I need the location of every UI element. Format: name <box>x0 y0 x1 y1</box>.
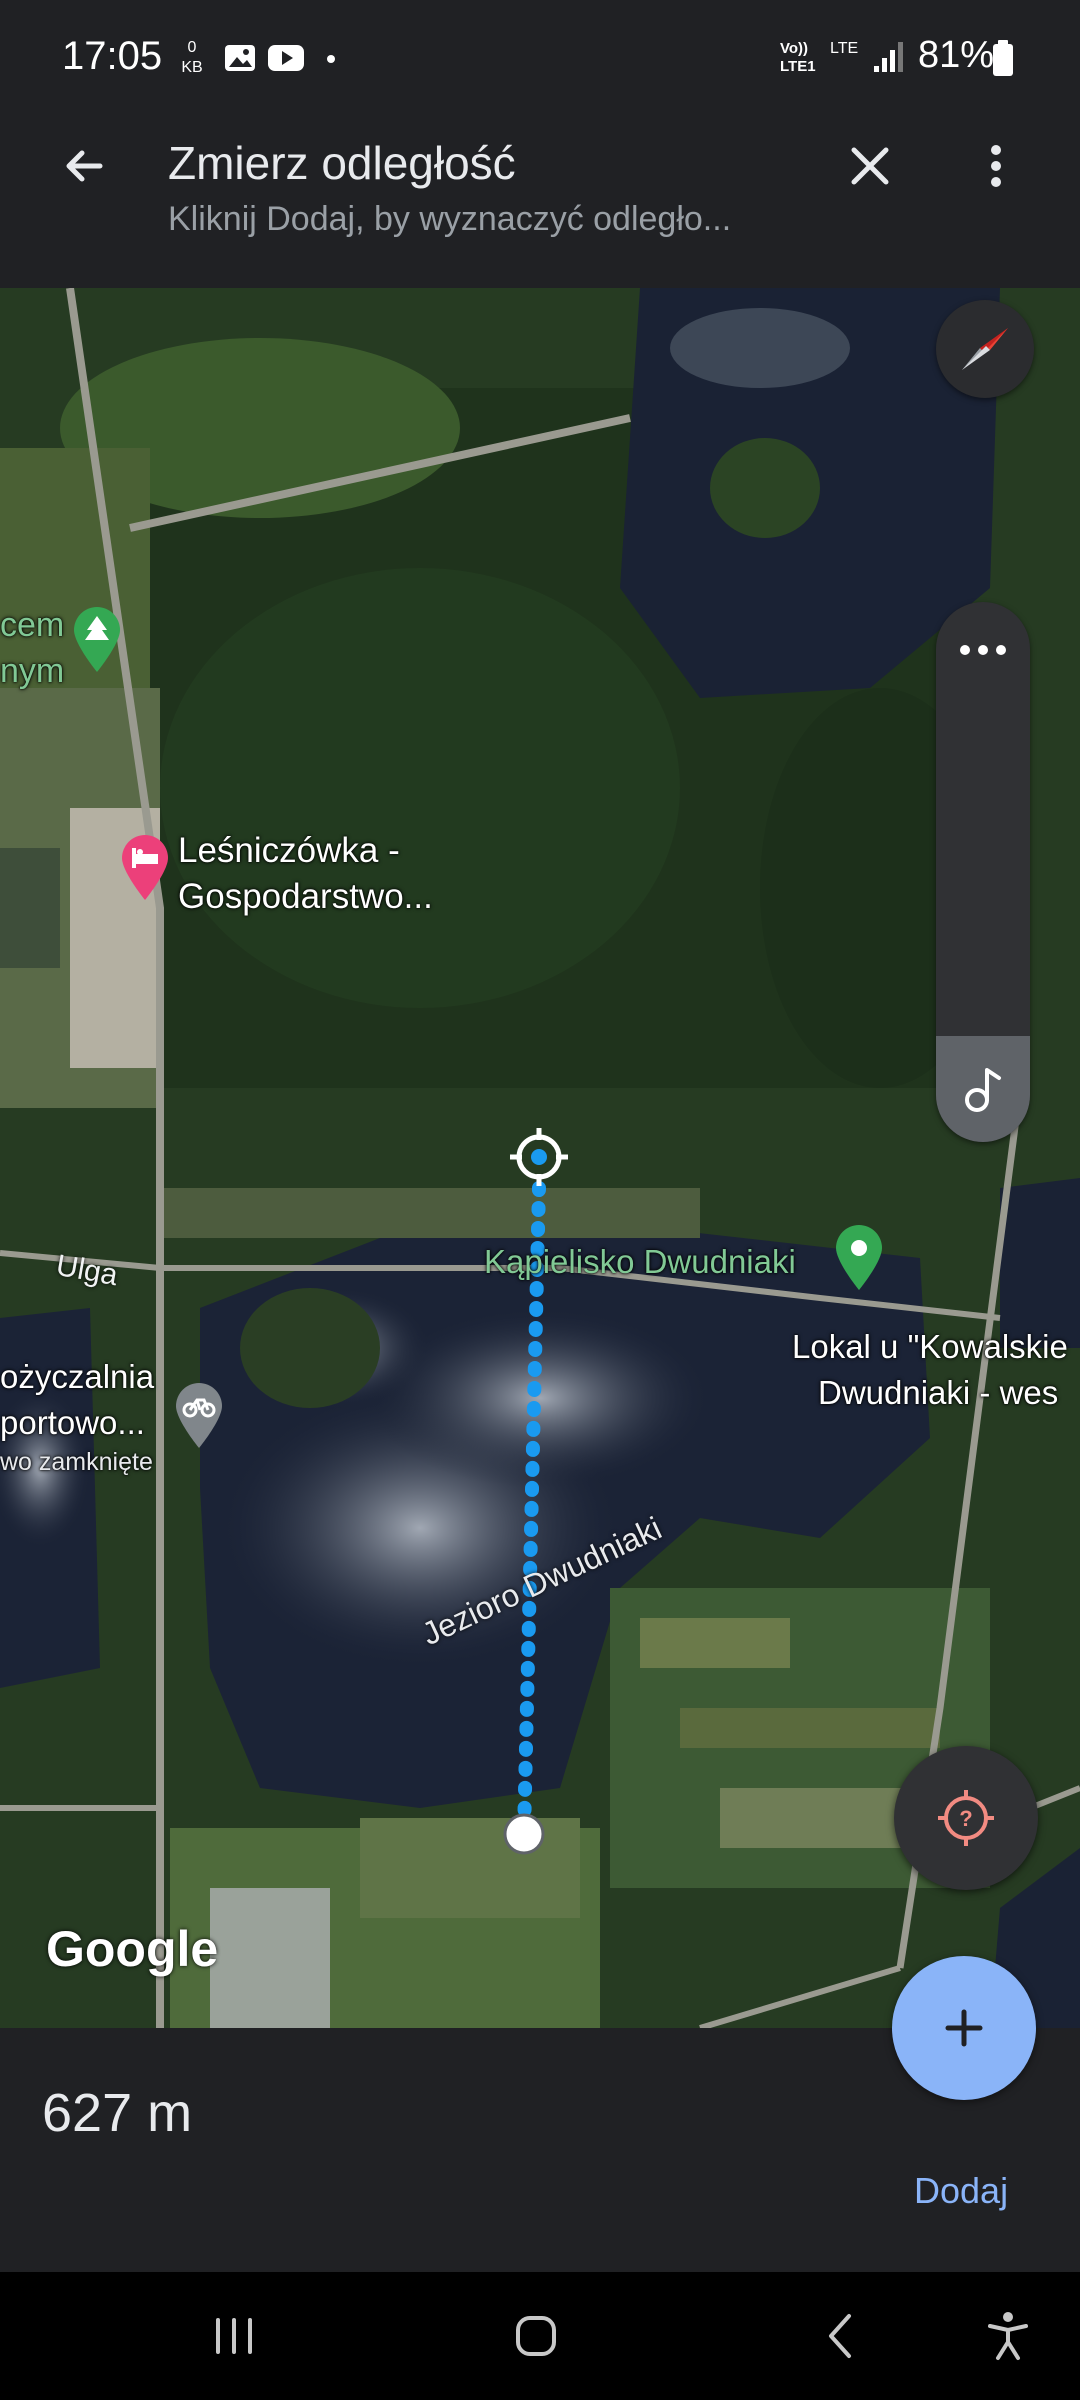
svg-text:?: ? <box>959 1806 972 1831</box>
google-attribution: Google <box>46 1921 219 1977</box>
accessibility-icon <box>988 2312 1028 2360</box>
poi-label-lokal[interactable]: Lokal u "Kowalskie Dwudniaki - wes <box>792 1324 1068 1416</box>
page-subtitle: Kliknij Dodaj, by wyznaczyć odległo... <box>168 200 732 238</box>
poi-label-wypozyczalnia[interactable]: ożyczalnia portowo... wo zamknięte <box>0 1354 154 1478</box>
map-layers-panel <box>936 602 1030 1142</box>
more-notifications-dot-icon <box>327 55 335 63</box>
poi-label-top-left[interactable]: cem nym <box>0 602 64 694</box>
system-nav-bar <box>0 2272 1080 2400</box>
compass-button[interactable] <box>936 300 1034 398</box>
plus-icon <box>945 2009 983 2047</box>
home-icon <box>516 2316 556 2356</box>
gallery-notification-icon <box>225 45 255 71</box>
arrow-back-icon <box>66 150 103 182</box>
bicycle-pin-icon[interactable] <box>172 1382 226 1450</box>
compass-icon <box>962 328 1008 370</box>
hotel-pin-icon[interactable] <box>118 834 172 902</box>
add-point-link[interactable]: Dodaj <box>914 2170 1008 2212</box>
beach-pin-icon[interactable] <box>832 1224 886 1292</box>
audio-button[interactable] <box>936 1036 1030 1142</box>
status-bar: 17:05 0 KB Vo)) LTE1 LTE 81% <box>0 0 1080 120</box>
signal-strength-icon <box>874 42 903 72</box>
youtube-notification-icon <box>268 45 304 71</box>
add-point-button[interactable] <box>892 1956 1036 2100</box>
recent-apps-button[interactable] <box>194 2296 274 2376</box>
close-button[interactable] <box>834 130 906 202</box>
music-note-icon <box>965 1068 1001 1112</box>
more-options-button[interactable] <box>960 130 1032 202</box>
back-nav-button[interactable] <box>800 2296 880 2376</box>
measurement-start-point[interactable] <box>502 1812 546 1856</box>
data-rate-indicator: 0 KB <box>181 39 203 76</box>
poi-label-kapielisko[interactable]: Kąpielisko Dwudniaki <box>484 1240 796 1284</box>
park-pin-icon[interactable] <box>70 606 124 674</box>
location-unknown-icon: ? <box>938 1790 994 1846</box>
back-button[interactable] <box>48 130 120 202</box>
status-time: 17:05 <box>62 34 163 78</box>
lte-indicator: LTE <box>830 40 859 57</box>
my-location-button[interactable]: ? <box>894 1746 1038 1890</box>
more-vert-icon <box>991 145 1001 187</box>
accessibility-button[interactable] <box>968 2296 1048 2376</box>
layers-more-button[interactable] <box>936 602 1030 698</box>
battery-percent: 81% <box>918 34 995 76</box>
battery-icon <box>993 40 1013 76</box>
volte-indicator: Vo)) LTE1 <box>780 40 816 75</box>
total-distance: 627 m <box>42 2083 193 2143</box>
recent-apps-icon <box>216 2318 252 2354</box>
measure-distance-header: Zmierz odległość Kliknij Dodaj, by wyzna… <box>0 120 1080 288</box>
satellite-map[interactable]: cem nym Leśniczówka - Gospodarstwo... Ul… <box>0 288 1080 2028</box>
page-title: Zmierz odległość <box>168 137 516 189</box>
more-horiz-icon <box>960 645 1006 655</box>
measurement-crosshair-icon <box>510 1128 568 1186</box>
close-icon <box>851 147 889 185</box>
poi-label-lesniczowka[interactable]: Leśniczówka - Gospodarstwo... <box>178 828 433 920</box>
home-button[interactable] <box>496 2296 576 2376</box>
chevron-left-icon <box>829 2314 851 2358</box>
